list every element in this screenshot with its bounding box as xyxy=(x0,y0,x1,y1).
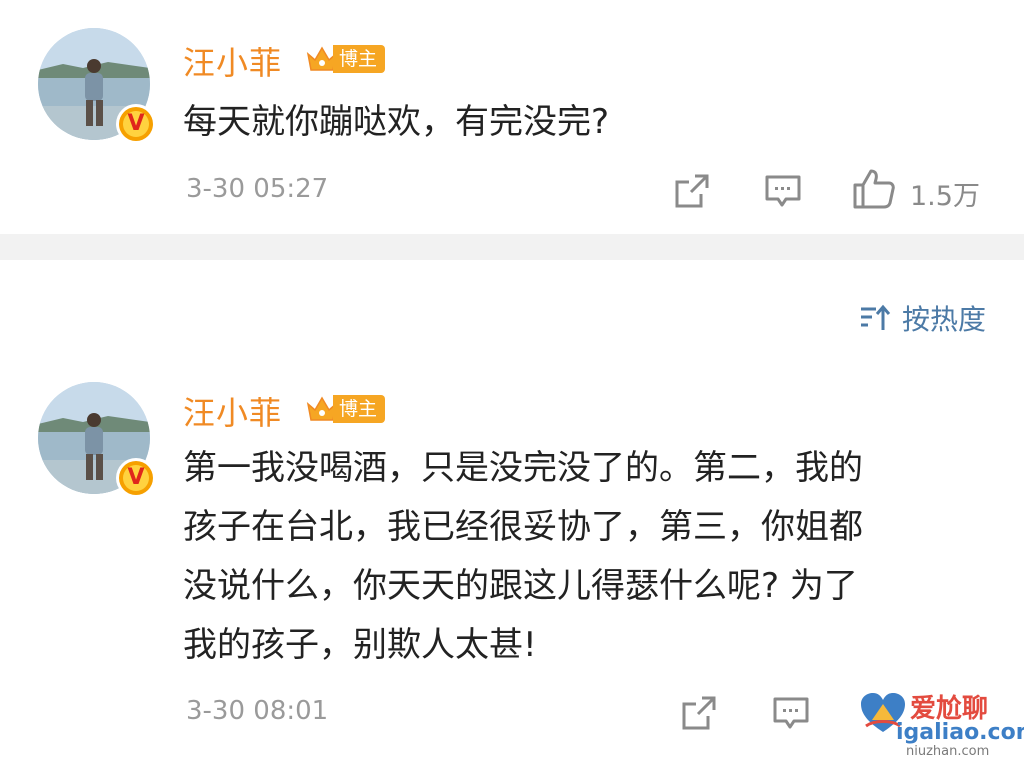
comment-text-line-3: 没说什么，你天天的跟这儿得瑟什么呢? 为了 xyxy=(183,566,858,606)
sort-icon xyxy=(860,304,891,330)
section-divider xyxy=(0,234,1024,260)
like-count: 1.5万 xyxy=(910,181,980,212)
comment-text-line-1: 第一我没喝酒，只是没完没了的。第二，我的 xyxy=(183,448,863,488)
verified-icon: V xyxy=(116,458,156,498)
blogger-badge: 博主 xyxy=(305,392,386,426)
timestamp: 3-30 05:27 xyxy=(186,174,329,204)
comment-text-line-4: 我的孩子，别欺人太甚! xyxy=(183,625,537,665)
like-icon[interactable] xyxy=(852,168,896,210)
share-icon[interactable] xyxy=(680,694,718,732)
watermark-subdomain: niuzhan.com xyxy=(906,744,990,759)
blogger-badge: 博主 xyxy=(305,42,386,76)
verified-icon: V xyxy=(116,104,156,144)
sort-label: 按热度 xyxy=(901,303,986,336)
timestamp: 3-30 08:01 xyxy=(186,696,329,726)
comment-icon[interactable] xyxy=(764,172,802,210)
comment-icon[interactable] xyxy=(772,694,810,732)
comment-text: 每天就你蹦哒欢，有完没完? xyxy=(183,102,610,142)
watermark-domain: igaliao.com xyxy=(896,720,1024,745)
username[interactable]: 汪小菲 xyxy=(183,388,282,434)
sort-by-hot-button[interactable]: 按热度 xyxy=(858,298,986,338)
comment-1: V 汪小菲 博主 每天就你蹦哒欢，有完没完? 3-30 05:27 1.5万 xyxy=(0,0,1024,234)
comment-text-line-2: 孩子在台北，我已经很妥协了，第三，你姐都 xyxy=(183,507,863,547)
watermark: 爱尬聊 igaliao.com niuzhan.com xyxy=(814,688,1024,759)
username[interactable]: 汪小菲 xyxy=(183,38,282,84)
share-icon[interactable] xyxy=(673,172,711,210)
